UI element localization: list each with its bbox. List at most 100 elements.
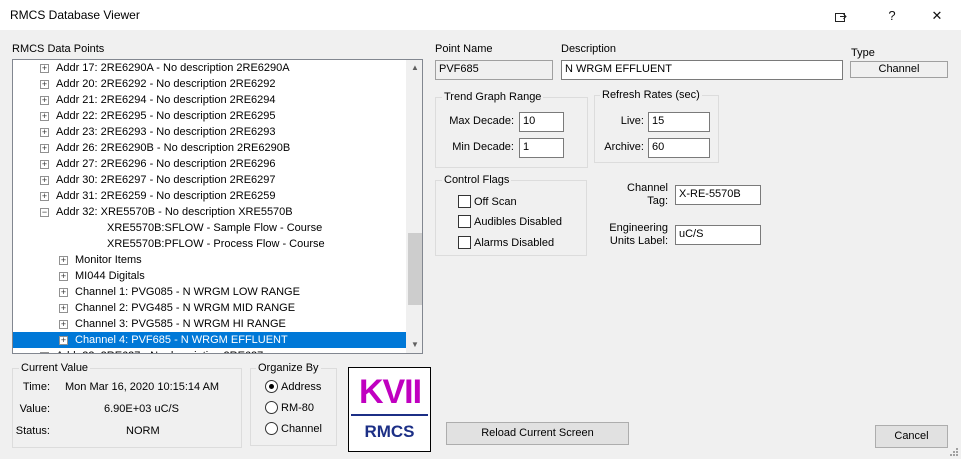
archive-label: Archive: [604, 141, 644, 153]
window-title: RMCS Database Viewer [10, 8, 140, 22]
scroll-down-icon[interactable]: ▼ [407, 337, 422, 353]
expand-icon[interactable]: + [40, 96, 49, 105]
resize-grip-icon[interactable] [948, 446, 959, 457]
tree-item[interactable]: + Addr 30: 2RE6297 - No description 2RE62… [13, 172, 407, 188]
point-name-label: Point Name [435, 43, 493, 55]
organize-address-radio[interactable] [265, 380, 278, 393]
title-bar: RMCS Database Viewer ? ✕ [0, 0, 961, 31]
tree-item[interactable]: XRE5570B:SFLOW - Sample Flow - Course [13, 220, 407, 236]
tree-item[interactable]: + Addr 31: 2RE6259 - No description 2RE62… [13, 188, 407, 204]
time-value: Mon Mar 16, 2020 10:15:14 AM [65, 381, 220, 393]
tree-item[interactable]: + Addr 26: 2RE6290B - No description 2RE6… [13, 140, 407, 156]
reload-current-screen-button[interactable]: Reload Current Screen [446, 422, 629, 445]
logo-divider [351, 414, 428, 416]
max-decade-field[interactable]: 10 [519, 112, 564, 132]
tree-item[interactable]: + Channel 1: PVG085 - N WRGM LOW RANGE [13, 284, 407, 300]
tree-item[interactable]: + Addr 22: 2RE6295 - No description 2RE62… [13, 108, 407, 124]
value-value: 6.90E+03 uC/S [104, 403, 179, 415]
expand-icon[interactable]: + [59, 320, 68, 329]
expand-icon[interactable]: + [59, 336, 68, 345]
audibles-disabled-checkbox[interactable] [458, 215, 471, 228]
audibles-disabled-label: Audibles Disabled [474, 216, 563, 228]
current-value-title: Current Value [19, 362, 91, 374]
tree-item-label: Addr 21: 2RE6294 - No description 2RE629… [56, 94, 276, 106]
tree-item[interactable]: + Addr 23: 2RE6293 - No description 2RE62… [13, 124, 407, 140]
status-label: Status: [15, 425, 50, 437]
alarms-disabled-label: Alarms Disabled [474, 237, 555, 249]
tree-item[interactable]: + Addr 27: 2RE6296 - No description 2RE62… [13, 156, 407, 172]
expand-icon[interactable]: + [40, 176, 49, 185]
tree-item[interactable]: + Addr 33: 2RE637 - No description 2RE637 [13, 348, 407, 353]
live-field[interactable]: 15 [648, 112, 710, 132]
cancel-button[interactable]: Cancel [875, 425, 948, 448]
organize-channel-label: Channel [281, 423, 322, 435]
min-decade-field[interactable]: 1 [519, 138, 564, 158]
tree-item-label: Monitor Items [75, 254, 142, 266]
expand-icon[interactable]: + [40, 352, 49, 353]
trend-graph-range-group [435, 97, 588, 168]
organize-by-title: Organize By [256, 362, 321, 374]
channel-tag-field[interactable]: X-RE-5570B [675, 185, 761, 205]
tree-scrollbar[interactable]: ▲ ▼ [406, 60, 422, 353]
tree-item-label: XRE5570B:PFLOW - Process Flow - Course [107, 238, 325, 250]
expand-icon[interactable]: + [40, 160, 49, 169]
alarms-disabled-checkbox[interactable] [458, 236, 471, 249]
refresh-group-title: Refresh Rates (sec) [600, 89, 702, 101]
tree-item[interactable]: + Channel 3: PVG585 - N WRGM HI RANGE [13, 316, 407, 332]
eng-units-label-line2: Units Label: [609, 235, 668, 247]
expand-icon[interactable]: + [40, 112, 49, 121]
expand-icon[interactable]: + [59, 304, 68, 313]
tree-item[interactable]: + MI044 Digitals [13, 268, 407, 284]
expand-icon[interactable]: + [59, 288, 68, 297]
collapse-icon[interactable]: − [40, 208, 49, 217]
eng-units-label-line1: Engineering [609, 222, 668, 234]
tree-item-label: Addr 22: 2RE6295 - No description 2RE629… [56, 110, 276, 122]
point-name-field: PVF685 [435, 60, 553, 80]
kvii-logo-mark: KVII [358, 373, 422, 411]
scroll-thumb[interactable] [408, 233, 422, 305]
channel-tag-label-line2: Tag: [647, 195, 668, 207]
tree-item-label: Addr 23: 2RE6293 - No description 2RE629… [56, 126, 276, 138]
archive-field[interactable]: 60 [648, 138, 710, 158]
expand-icon[interactable]: + [40, 80, 49, 89]
tree-item[interactable]: + Monitor Items [13, 252, 407, 268]
tree-item-label: Addr 17: 2RE6290A - No description 2RE62… [56, 62, 290, 74]
data-points-tree[interactable]: + Addr 17: 2RE6290A - No description 2RE6… [12, 59, 423, 354]
tree-item-label: Channel 2: PVG485 - N WRGM MID RANGE [75, 302, 296, 314]
help-button[interactable]: ? [869, 0, 915, 31]
expand-icon[interactable]: + [40, 64, 49, 73]
description-field[interactable]: N WRGM EFFLUENT [561, 60, 843, 80]
type-label: Type [851, 47, 875, 59]
tree-item[interactable]: XRE5570B:PFLOW - Process Flow - Course [13, 236, 407, 252]
expand-icon[interactable]: + [40, 128, 49, 137]
expand-icon[interactable]: + [59, 272, 68, 281]
tree-item-label: Addr 20: 2RE6292 - No description 2RE629… [56, 78, 276, 90]
description-label: Description [561, 43, 617, 55]
tree-item[interactable]: + Channel 4: PVF685 - N WRGM EFFLUENT [13, 332, 407, 348]
tree-item[interactable]: + Addr 20: 2RE6292 - No description 2RE62… [13, 76, 407, 92]
eng-units-field[interactable]: uC/S [675, 225, 761, 245]
scroll-up-icon[interactable]: ▲ [407, 60, 422, 76]
expand-icon[interactable]: + [59, 256, 68, 265]
tree-item-label: Addr 30: 2RE6297 - No description 2RE629… [56, 174, 276, 186]
organize-channel-radio[interactable] [265, 422, 278, 435]
tree-item-label: Addr 32: XRE5570B - No description XRE55… [56, 206, 293, 218]
tree-item-label: Addr 26: 2RE6290B - No description 2RE62… [56, 142, 291, 154]
tree-item[interactable]: + Addr 17: 2RE6290A - No description 2RE6… [13, 60, 407, 76]
trend-group-title: Trend Graph Range [442, 91, 544, 103]
max-decade-label: Max Decade: [449, 115, 514, 127]
tree-item[interactable]: + Channel 2: PVG485 - N WRGM MID RANGE [13, 300, 407, 316]
type-field: Channel [850, 61, 948, 78]
tree-item[interactable]: − Addr 32: XRE5570B - No description XRE5… [13, 204, 407, 220]
value-label: Value: [19, 403, 50, 415]
close-button[interactable]: ✕ [914, 0, 960, 31]
restore-icon[interactable] [818, 0, 864, 31]
expand-icon[interactable]: + [40, 192, 49, 201]
off-scan-checkbox[interactable] [458, 195, 471, 208]
organize-rm80-radio[interactable] [265, 401, 278, 414]
tree-item[interactable]: + Addr 21: 2RE6294 - No description 2RE62… [13, 92, 407, 108]
expand-icon[interactable]: + [40, 144, 49, 153]
off-scan-label: Off Scan [474, 196, 517, 208]
rmcs-logo: KVII RMCS [348, 367, 431, 452]
rmcs-logo-text: RMCS [364, 422, 415, 441]
